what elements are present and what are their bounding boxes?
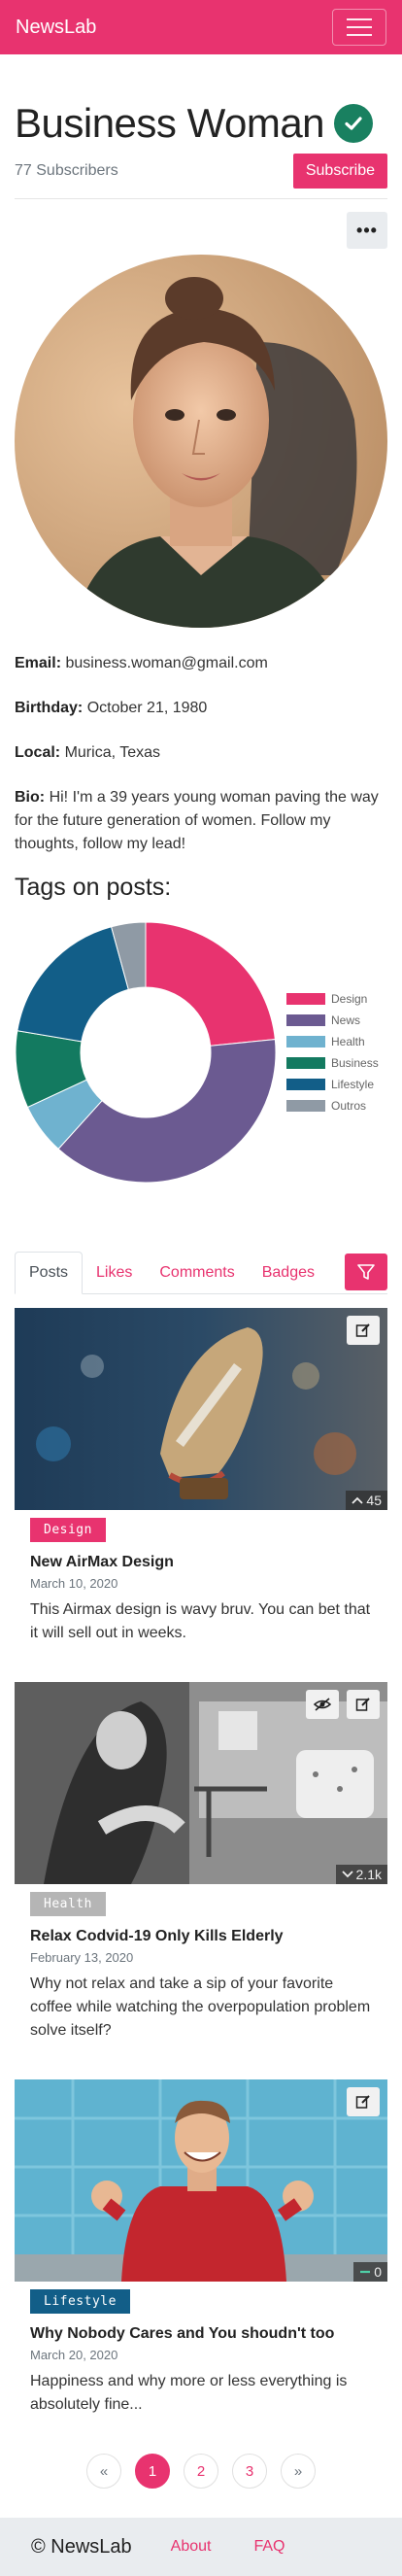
edit-icon xyxy=(355,1323,370,1337)
legend-swatch xyxy=(286,1100,325,1113)
footer-faq-link[interactable]: FAQ xyxy=(253,2538,285,2556)
post-excerpt: Why not relax and take a sip of your fav… xyxy=(30,1975,371,2040)
subscriber-count: 77 Subscribers xyxy=(15,162,118,180)
post-date: March 10, 2020 xyxy=(30,1576,118,1592)
legend-label: Business xyxy=(331,1056,379,1071)
profile-section: Business Woman 77 Subscribers Subscribe … xyxy=(0,100,402,2490)
legend-label: Health xyxy=(331,1035,365,1049)
post-date: March 20, 2020 xyxy=(30,2348,118,2363)
navbar: NewsLab xyxy=(0,0,402,54)
legend-swatch xyxy=(286,1057,325,1070)
profile-info: Email: business.woman@gmail.com Birthday… xyxy=(15,652,387,856)
post-image[interactable]: 0 xyxy=(15,2079,387,2283)
legend-label: Design xyxy=(331,992,368,1007)
legend-swatch xyxy=(286,1014,325,1027)
post-category-badge[interactable]: Lifestyle xyxy=(30,2289,130,2315)
local-row: Local: Murica, Texas xyxy=(15,744,160,762)
legend-swatch xyxy=(286,1079,325,1091)
eye-slash-icon xyxy=(314,1698,331,1711)
subscribe-button[interactable]: Subscribe xyxy=(292,154,387,189)
post-category-badge[interactable]: Health xyxy=(30,1892,106,1917)
post-excerpt: This Airmax design is wavy bruv. You can… xyxy=(30,1601,371,1642)
edit-post-button[interactable] xyxy=(347,2087,380,2117)
post-image[interactable]: 2.1k xyxy=(15,1682,387,1885)
bio-value: Hi! I'm a 39 years young woman paving th… xyxy=(15,789,379,853)
legend-item-health[interactable]: Health xyxy=(286,1031,379,1052)
page-button-3[interactable]: 3 xyxy=(232,2454,267,2490)
legend-swatch xyxy=(286,1036,325,1048)
post-title[interactable]: Why Nobody Cares and You shoudn't too xyxy=(30,2325,372,2343)
tags-title: Tags on posts: xyxy=(15,874,172,902)
brand-logo[interactable]: NewsLab xyxy=(16,17,96,39)
avatar xyxy=(15,255,387,629)
edit-icon xyxy=(355,2095,370,2109)
post-vote-count: 45 xyxy=(346,1491,387,1511)
tab-posts[interactable]: Posts xyxy=(15,1252,84,1295)
legend-item-business[interactable]: Business xyxy=(286,1052,379,1074)
local-value: Murica, Texas xyxy=(64,744,160,762)
more-options-button[interactable]: ••• xyxy=(347,212,387,250)
legend-item-design[interactable]: Design xyxy=(286,988,379,1010)
chevron-down-icon xyxy=(341,1871,353,1878)
donut-chart xyxy=(15,921,277,1184)
page-prev-button[interactable]: « xyxy=(86,2454,121,2490)
footer-about-link[interactable]: About xyxy=(171,2538,212,2556)
legend-item-lifestyle[interactable]: Lifestyle xyxy=(286,1074,379,1095)
page-button-1[interactable]: 1 xyxy=(135,2454,170,2490)
post-vote-count: 2.1k xyxy=(335,1865,387,1885)
profile-name: Business Woman xyxy=(15,100,325,146)
page-button-2[interactable]: 2 xyxy=(184,2454,218,2490)
edit-icon xyxy=(355,1698,370,1711)
profile-tabs: Posts Likes Comments Badges xyxy=(15,1252,387,1295)
menu-toggle-button[interactable] xyxy=(332,9,386,46)
dash-icon xyxy=(360,2271,371,2274)
tags-chart: Design News Health Business Lifestyle Outros xyxy=(15,921,387,1184)
footer: © NewsLab About FAQ xyxy=(0,2518,402,2576)
filter-icon xyxy=(357,1264,375,1280)
chevron-up-icon xyxy=(352,1496,364,1504)
post-excerpt: Happiness and why more or less everythin… xyxy=(30,2373,348,2414)
post-card[interactable]: 0 Lifestyle Why Nobody Cares and You sho… xyxy=(15,2079,387,2417)
post-title[interactable]: New AirMax Design xyxy=(30,1554,372,1571)
legend-swatch xyxy=(286,993,325,1006)
post-title[interactable]: Relax Codvid-19 Only Kills Elderly xyxy=(30,1928,372,1945)
post-image[interactable]: 45 xyxy=(15,1308,387,1511)
filter-button[interactable] xyxy=(345,1254,387,1291)
post-card[interactable]: 2.1k Health Relax Codvid-19 Only Kills E… xyxy=(15,1682,387,2043)
legend-item-outros[interactable]: Outros xyxy=(286,1095,379,1116)
legend-item-news[interactable]: News xyxy=(286,1010,379,1031)
tab-likes[interactable]: Likes xyxy=(83,1252,146,1293)
footer-copyright: © NewsLab xyxy=(31,2535,132,2558)
hide-post-button[interactable] xyxy=(306,1690,339,1720)
post-vote-count: 0 xyxy=(353,2262,387,2283)
edit-post-button[interactable] xyxy=(347,1690,380,1720)
legend-label: Lifestyle xyxy=(331,1078,375,1092)
bio-row: Bio: Hi! I'm a 39 years young woman pavi… xyxy=(15,789,379,853)
post-date: February 13, 2020 xyxy=(30,1950,134,1966)
pagination: « 1 2 3 » xyxy=(15,2454,387,2490)
page-next-button[interactable]: » xyxy=(281,2454,316,2490)
email-value: business.woman@gmail.com xyxy=(65,655,268,672)
tab-badges[interactable]: Badges xyxy=(249,1252,328,1293)
email-row: Email: business.woman@gmail.com xyxy=(15,655,268,672)
legend-label: Outros xyxy=(331,1099,367,1114)
post-category-badge[interactable]: Design xyxy=(30,1518,106,1543)
edit-post-button[interactable] xyxy=(347,1316,380,1346)
verified-check-icon xyxy=(334,104,374,144)
birthday-value: October 21, 1980 xyxy=(86,700,208,717)
legend-label: News xyxy=(331,1013,361,1028)
slice-lifestyle[interactable] xyxy=(17,926,129,1043)
hamburger-icon xyxy=(347,18,372,20)
tab-comments[interactable]: Comments xyxy=(146,1252,248,1293)
chart-legend: Design News Health Business Lifestyle Outros xyxy=(286,988,379,1116)
slice-design[interactable] xyxy=(145,921,276,1048)
birthday-row: Birthday: October 21, 1980 xyxy=(15,700,208,717)
post-card[interactable]: 45 Design New AirMax Design March 10, 20… xyxy=(15,1308,387,1645)
